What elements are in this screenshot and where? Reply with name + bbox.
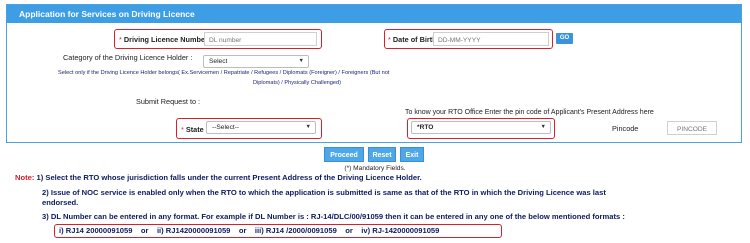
pincode-label: Pincode bbox=[612, 124, 639, 133]
dob-label: * Date of Birth bbox=[388, 35, 437, 44]
exit-button[interactable]: Exit bbox=[400, 147, 424, 162]
pincode-input[interactable] bbox=[667, 121, 717, 135]
rto-select[interactable]: *RTO ▼ bbox=[411, 121, 551, 134]
category-hint-line1: Select only if the Driving Licence Holde… bbox=[58, 70, 390, 76]
chevron-down-icon: ▼ bbox=[298, 58, 304, 64]
state-select[interactable]: --Select-- ▼ bbox=[206, 121, 316, 134]
dl-number-label: * Driving Licence Number bbox=[119, 35, 208, 44]
chevron-down-icon: ▼ bbox=[305, 124, 311, 130]
mandatory-fields-text: (*) Mandatory Fields. bbox=[344, 165, 406, 172]
submit-request-label: Submit Request to : bbox=[136, 97, 201, 106]
reset-button[interactable]: Reset bbox=[368, 147, 396, 162]
dob-input[interactable] bbox=[433, 32, 549, 46]
note-2-line1: 2) Issue of NOC service is enabled only … bbox=[42, 188, 606, 197]
rto-hint: To know your RTO Office Enter the pin co… bbox=[405, 109, 654, 116]
go-button[interactable]: GO bbox=[556, 33, 573, 44]
chevron-down-icon: ▼ bbox=[540, 124, 546, 130]
panel-title: Application for Services on Driving Lice… bbox=[7, 5, 741, 23]
note-1: Note: 1) Select the RTO whose jurisdicti… bbox=[15, 173, 422, 182]
note-3: 3) DL Number can be entered in any forma… bbox=[42, 212, 625, 221]
dl-formats-text: i) RJ14 20000091059 or ii) RJ14200000910… bbox=[59, 226, 440, 235]
proceed-button[interactable]: Proceed bbox=[324, 147, 364, 162]
category-label: Category of the Driving Licence Holder : bbox=[63, 53, 193, 62]
category-hint-line2: Diplomats) / Physically Challenged) bbox=[253, 80, 341, 86]
category-select[interactable]: Select ▼ bbox=[203, 55, 309, 68]
note-2-line2: endorsed. bbox=[42, 198, 79, 207]
state-label: * State bbox=[181, 125, 204, 134]
dl-number-input[interactable] bbox=[204, 32, 317, 46]
